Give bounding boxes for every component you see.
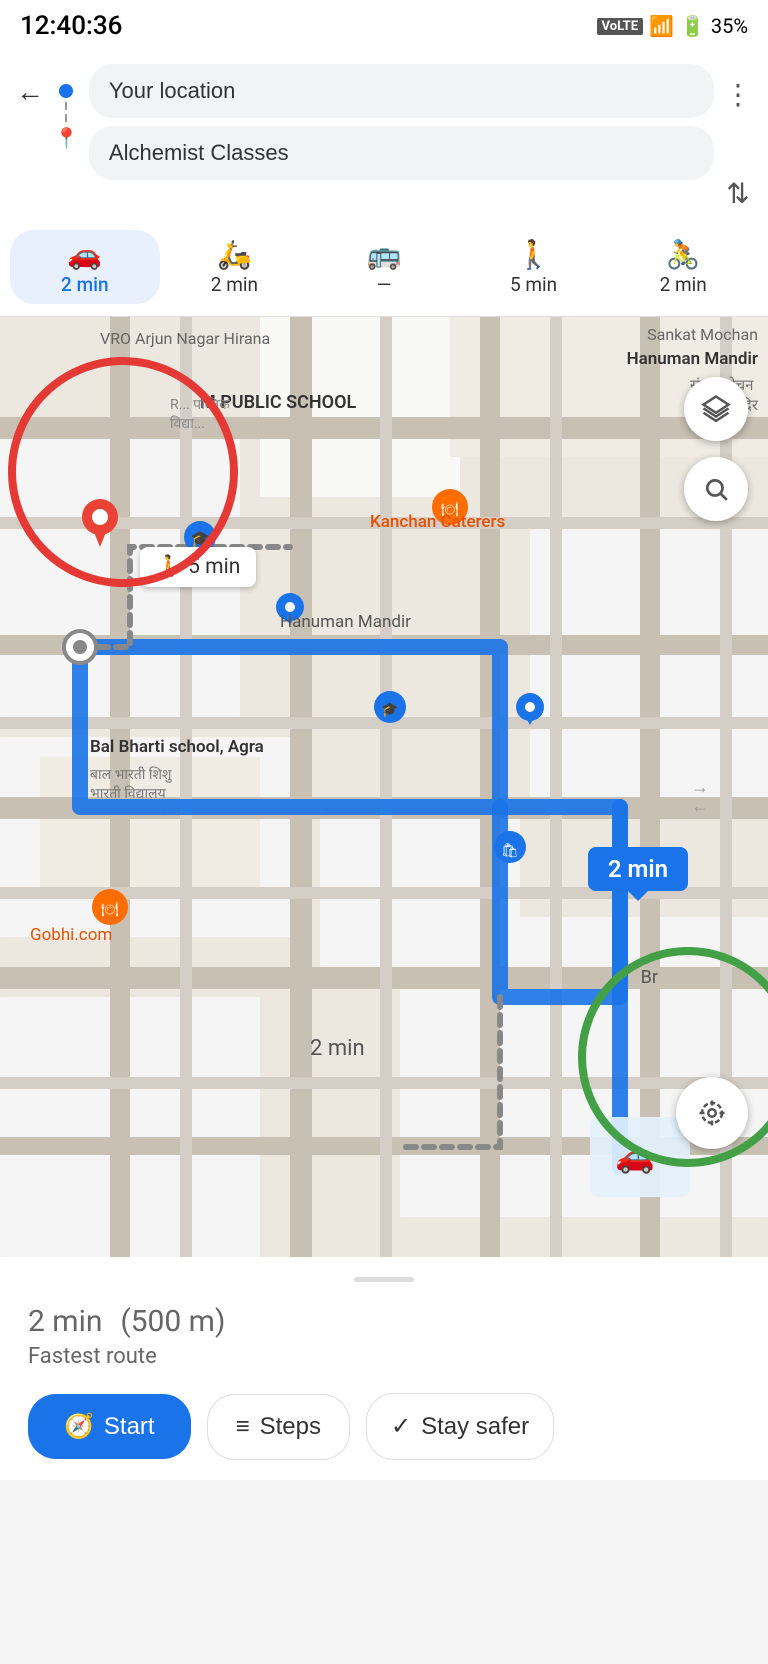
car-time: 2 min <box>61 273 109 296</box>
origin-input[interactable] <box>89 64 714 118</box>
swap-button[interactable]: ⇅ <box>726 111 749 210</box>
svg-text:🚗: 🚗 <box>615 1137 655 1175</box>
bike-icon: 🚴 <box>666 238 701 271</box>
map-area[interactable]: → ← → ← 🚗 🎓 🎓 🛍 <box>0 317 768 1257</box>
walk-time: 5 min <box>510 273 557 296</box>
motorcycle-time: 2 min <box>211 273 258 296</box>
drive-time-bubble: 2 min <box>588 847 688 891</box>
mode-tabs: 🚗 2 min 🛵 2 min 🚌 — 🚶 5 min 🚴 2 min <box>0 222 768 317</box>
steps-icon: ≡ <box>236 1413 250 1441</box>
destination-input[interactable] <box>89 126 714 180</box>
mode-tab-car[interactable]: 🚗 2 min <box>10 230 160 304</box>
back-button[interactable]: ← <box>16 64 44 106</box>
route-time: 2 min (500 m) <box>28 1298 740 1340</box>
route-summary: 2 min (500 m) Fastest route <box>28 1298 740 1369</box>
mode-tab-bike[interactable]: 🚴 2 min <box>608 230 758 304</box>
map-label-gobhi: Gobhi.com <box>30 925 112 945</box>
walk-bubble-icon: 🚶 <box>156 555 182 579</box>
mode-tab-walk[interactable]: 🚶 5 min <box>459 230 609 304</box>
map-label-sankat-mochan: Sankat Mochan <box>647 325 758 344</box>
motorcycle-icon: 🛵 <box>217 238 252 271</box>
walk-bubble-text: 5 min <box>188 555 240 579</box>
battery-icon: 🔋 <box>680 14 705 38</box>
status-icons: VoLTE 📶 🔋 35% <box>597 14 748 38</box>
search-fields <box>89 64 714 180</box>
network-signal: 📶 <box>649 14 674 38</box>
start-label: Start <box>104 1413 155 1441</box>
map-label-arjun-nagar: VRO Arjun Nagar Hirana <box>100 329 270 348</box>
volte-badge: VoLTE <box>597 18 644 35</box>
svg-text:🎓: 🎓 <box>190 529 210 548</box>
nav-header: ← 📍 ⋮ ⇅ <box>0 52 768 222</box>
status-time: 12:40:36 <box>20 11 122 41</box>
action-buttons: 🧭 Start ≡ Steps ✓ Stay safer <box>28 1393 740 1460</box>
transit-time: — <box>377 273 392 296</box>
map-label-bal-bharti-hindi: बाल भारती शिशुभारती विद्यालय <box>90 765 172 803</box>
route-dots: 📍 <box>54 64 79 150</box>
walk-time-bubble: 🚶 5 min <box>140 547 256 587</box>
mode-tab-transit[interactable]: 🚌 — <box>309 230 459 304</box>
layers-button[interactable] <box>684 377 748 441</box>
search-on-map-button[interactable] <box>684 457 748 521</box>
drive-bubble-text: 2 min <box>608 855 668 883</box>
steps-button[interactable]: ≡ Steps <box>207 1394 350 1460</box>
origin-dot <box>59 84 73 98</box>
battery-percent: 35% <box>711 14 748 38</box>
header-actions: ⋮ ⇅ <box>724 64 752 210</box>
safer-label: Stay safer <box>421 1413 529 1441</box>
min2-text: 2 min <box>310 1036 365 1061</box>
transit-icon: 🚌 <box>367 238 402 271</box>
more-button[interactable]: ⋮ <box>724 64 752 111</box>
destination-pin: 📍 <box>54 126 79 150</box>
start-button[interactable]: 🧭 Start <box>28 1394 191 1459</box>
map-label-public-school-hindi: R... पब्लिकविद्या... <box>170 395 230 433</box>
start-icon: 🧭 <box>64 1412 94 1441</box>
svg-text:🎓: 🎓 <box>381 702 398 718</box>
steps-label: Steps <box>260 1413 321 1441</box>
map-label-hanuman-mandir-mid: Hanuman Mandir <box>280 612 411 632</box>
bike-time: 2 min <box>660 273 707 296</box>
map-label-br: Br <box>641 967 658 988</box>
route-description: Fastest route <box>28 1344 740 1369</box>
walk-icon: 🚶 <box>516 238 551 271</box>
bottom-handle <box>354 1277 414 1282</box>
status-bar: 12:40:36 VoLTE 📶 🔋 35% <box>0 0 768 52</box>
map-label-kanchan-caterers: Kanchan Caterers <box>370 512 505 532</box>
bottom-sheet: 2 min (500 m) Fastest route 🧭 Start ≡ St… <box>0 1257 768 1480</box>
safer-icon: ✓ <box>391 1412 411 1441</box>
stay-safer-button[interactable]: ✓ Stay safer <box>366 1393 554 1460</box>
svg-text:🛍: 🛍 <box>501 842 519 859</box>
map-label-bal-bharti: Bal Bharti school, Agra <box>90 737 264 757</box>
mode-tab-motorcycle[interactable]: 🛵 2 min <box>160 230 310 304</box>
svg-text:🍽: 🍽 <box>101 902 119 918</box>
dot-line-2 <box>65 114 67 122</box>
car-icon: 🚗 <box>67 238 102 271</box>
my-location-button[interactable] <box>676 1077 748 1149</box>
dot-line-1 <box>65 102 67 110</box>
map-label-hanuman-mandir-top: Hanuman Mandir <box>627 349 758 369</box>
